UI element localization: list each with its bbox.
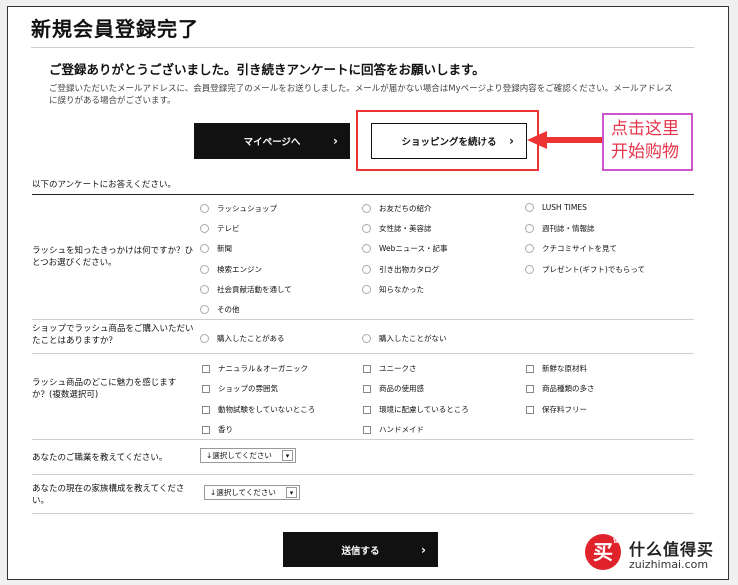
radio-option[interactable]: その他 [200,304,240,315]
radio-option[interactable]: 知らなかった [362,284,424,295]
chevron-right-icon: › [333,134,338,148]
submit-button[interactable]: 送信する › [283,532,438,567]
checkbox[interactable] [363,405,371,414]
checkbox[interactable] [202,405,210,414]
submit-button-label: 送信する [341,545,380,557]
mypage-button-label: マイページへ [243,137,301,148]
title-divider [31,47,694,48]
radio-option[interactable]: Webニュース・記事 [362,243,447,254]
row-divider [32,353,694,354]
checkbox[interactable] [526,405,534,414]
radio-option[interactable]: お友だちの紹介 [362,203,432,214]
radio-button[interactable] [200,224,209,233]
chevron-right-icon: › [421,542,426,557]
question-label: ラッシュを知ったきっかけは何ですか？ひとつお選びください。 [32,246,194,268]
watermark-url: zuizhimai.com [629,558,709,571]
page-frame: 新規会員登録完了 ご登録ありがとうございました。引き続きアンケートに回答をお願い… [7,6,729,580]
radio-button[interactable] [525,224,534,233]
arrow-left-icon [527,131,609,149]
radio-button[interactable] [525,203,534,212]
occupation-select[interactable]: ↓選択してください ▾ [200,448,296,463]
question-label: あなたのご職業を教えてください。 [32,453,168,463]
radio-button[interactable] [200,244,209,253]
row-divider [32,513,694,514]
annotation-line-2: 开始购物 [611,142,679,162]
radio-button[interactable] [200,305,209,314]
annotation-line-1: 点击这里 [611,119,679,139]
checkbox-option[interactable]: 環境に配慮しているところ [363,404,469,415]
radio-button[interactable] [525,244,534,253]
mypage-button[interactable]: マイページへ › [194,123,350,159]
watermark-name: 什么值得买 [629,540,715,559]
survey-intro: 以下のアンケートにお答えください。 [32,180,176,190]
radio-option[interactable]: 購入したことがない [362,333,447,344]
checkbox[interactable] [526,384,534,393]
radio-button[interactable] [362,224,371,233]
radio-button[interactable] [362,204,371,213]
checkbox-option[interactable]: 動物試験をしていないところ [202,404,315,415]
family-select[interactable]: ↓選択してください ▾ [204,485,300,500]
checkbox-option[interactable]: 新鮮な原材料 [526,363,587,374]
radio-button[interactable] [200,285,209,294]
radio-option[interactable]: LUSH TIMES [525,203,587,212]
radio-button[interactable] [525,265,534,274]
radio-button[interactable] [200,265,209,274]
continue-shopping-label: ショッピングを続ける [401,137,497,148]
radio-button[interactable] [362,265,371,274]
radio-option[interactable]: 週刊誌・情報誌 [525,223,595,234]
radio-button[interactable] [362,244,371,253]
radio-option[interactable]: プレゼント(ギフト)でもらって [525,264,645,275]
row-divider [32,474,694,475]
watermark: 买值 什么值得买 zuizhimai.com [585,528,731,580]
checkbox[interactable] [363,425,371,434]
chevron-right-icon: › [509,134,514,148]
checkbox[interactable] [526,364,534,373]
radio-option[interactable]: 購入したことがある [200,333,285,344]
chevron-down-icon[interactable]: ▾ [286,487,297,498]
question-label: ラッシュ商品のどこに魅力を感じますか？(複数選択可) [32,378,177,400]
checkbox-option[interactable]: 商品の使用感 [363,383,424,394]
continue-shopping-button[interactable]: ショッピングを続ける › [371,123,527,159]
checkbox[interactable] [363,384,371,393]
annotation-callout: 点击这里 开始购物 [602,113,693,171]
row-divider [32,319,694,320]
question-label: あなたの現在の家族構成を教えてください。 [32,484,185,506]
radio-option[interactable]: クチコミサイトを見て [525,243,617,254]
page-title: 新規会員登録完了 [31,17,199,41]
checkbox-option[interactable]: ショップの雰囲気 [202,383,278,394]
checkbox[interactable] [202,364,210,373]
checkbox[interactable] [363,364,371,373]
checkbox-option[interactable]: 香り [202,424,233,435]
chevron-down-icon[interactable]: ▾ [282,450,293,461]
watermark-logo: 买值 [585,534,621,570]
radio-button[interactable] [362,285,371,294]
checkbox-option[interactable]: ハンドメイド [363,424,424,435]
checkbox[interactable] [202,425,210,434]
registration-note: ご登録いただいたメールアドレスに、会員登録完了のメールをお送りしました。メールが… [49,84,673,106]
checkbox-option[interactable]: ユニークさ [363,363,417,374]
radio-option[interactable]: 新聞 [200,243,232,254]
radio-option[interactable]: 社会貢献活動を通して [200,284,292,295]
radio-option[interactable]: 検索エンジン [200,264,262,275]
page-subtitle: ご登録ありがとうございました。引き続きアンケートに回答をお願いします。 [49,62,485,77]
radio-option[interactable]: 女性誌・美容誌 [362,223,432,234]
radio-option[interactable]: ラッシュショップ [200,203,277,214]
radio-option[interactable]: テレビ [200,223,240,234]
radio-button[interactable] [362,334,371,343]
checkbox[interactable] [202,384,210,393]
radio-button[interactable] [200,334,209,343]
row-divider [32,439,694,440]
radio-button[interactable] [200,204,209,213]
checkbox-option[interactable]: 保存料フリー [526,404,587,415]
checkbox-option[interactable]: ナニュラル＆オーガニック [202,363,308,374]
survey-divider [32,194,694,195]
question-label: ショップでラッシュ商品をご購入いただいたことはありますか？ [32,324,194,346]
radio-option[interactable]: 引き出物カタログ [362,264,439,275]
checkbox-option[interactable]: 商品種類の多さ [526,383,595,394]
